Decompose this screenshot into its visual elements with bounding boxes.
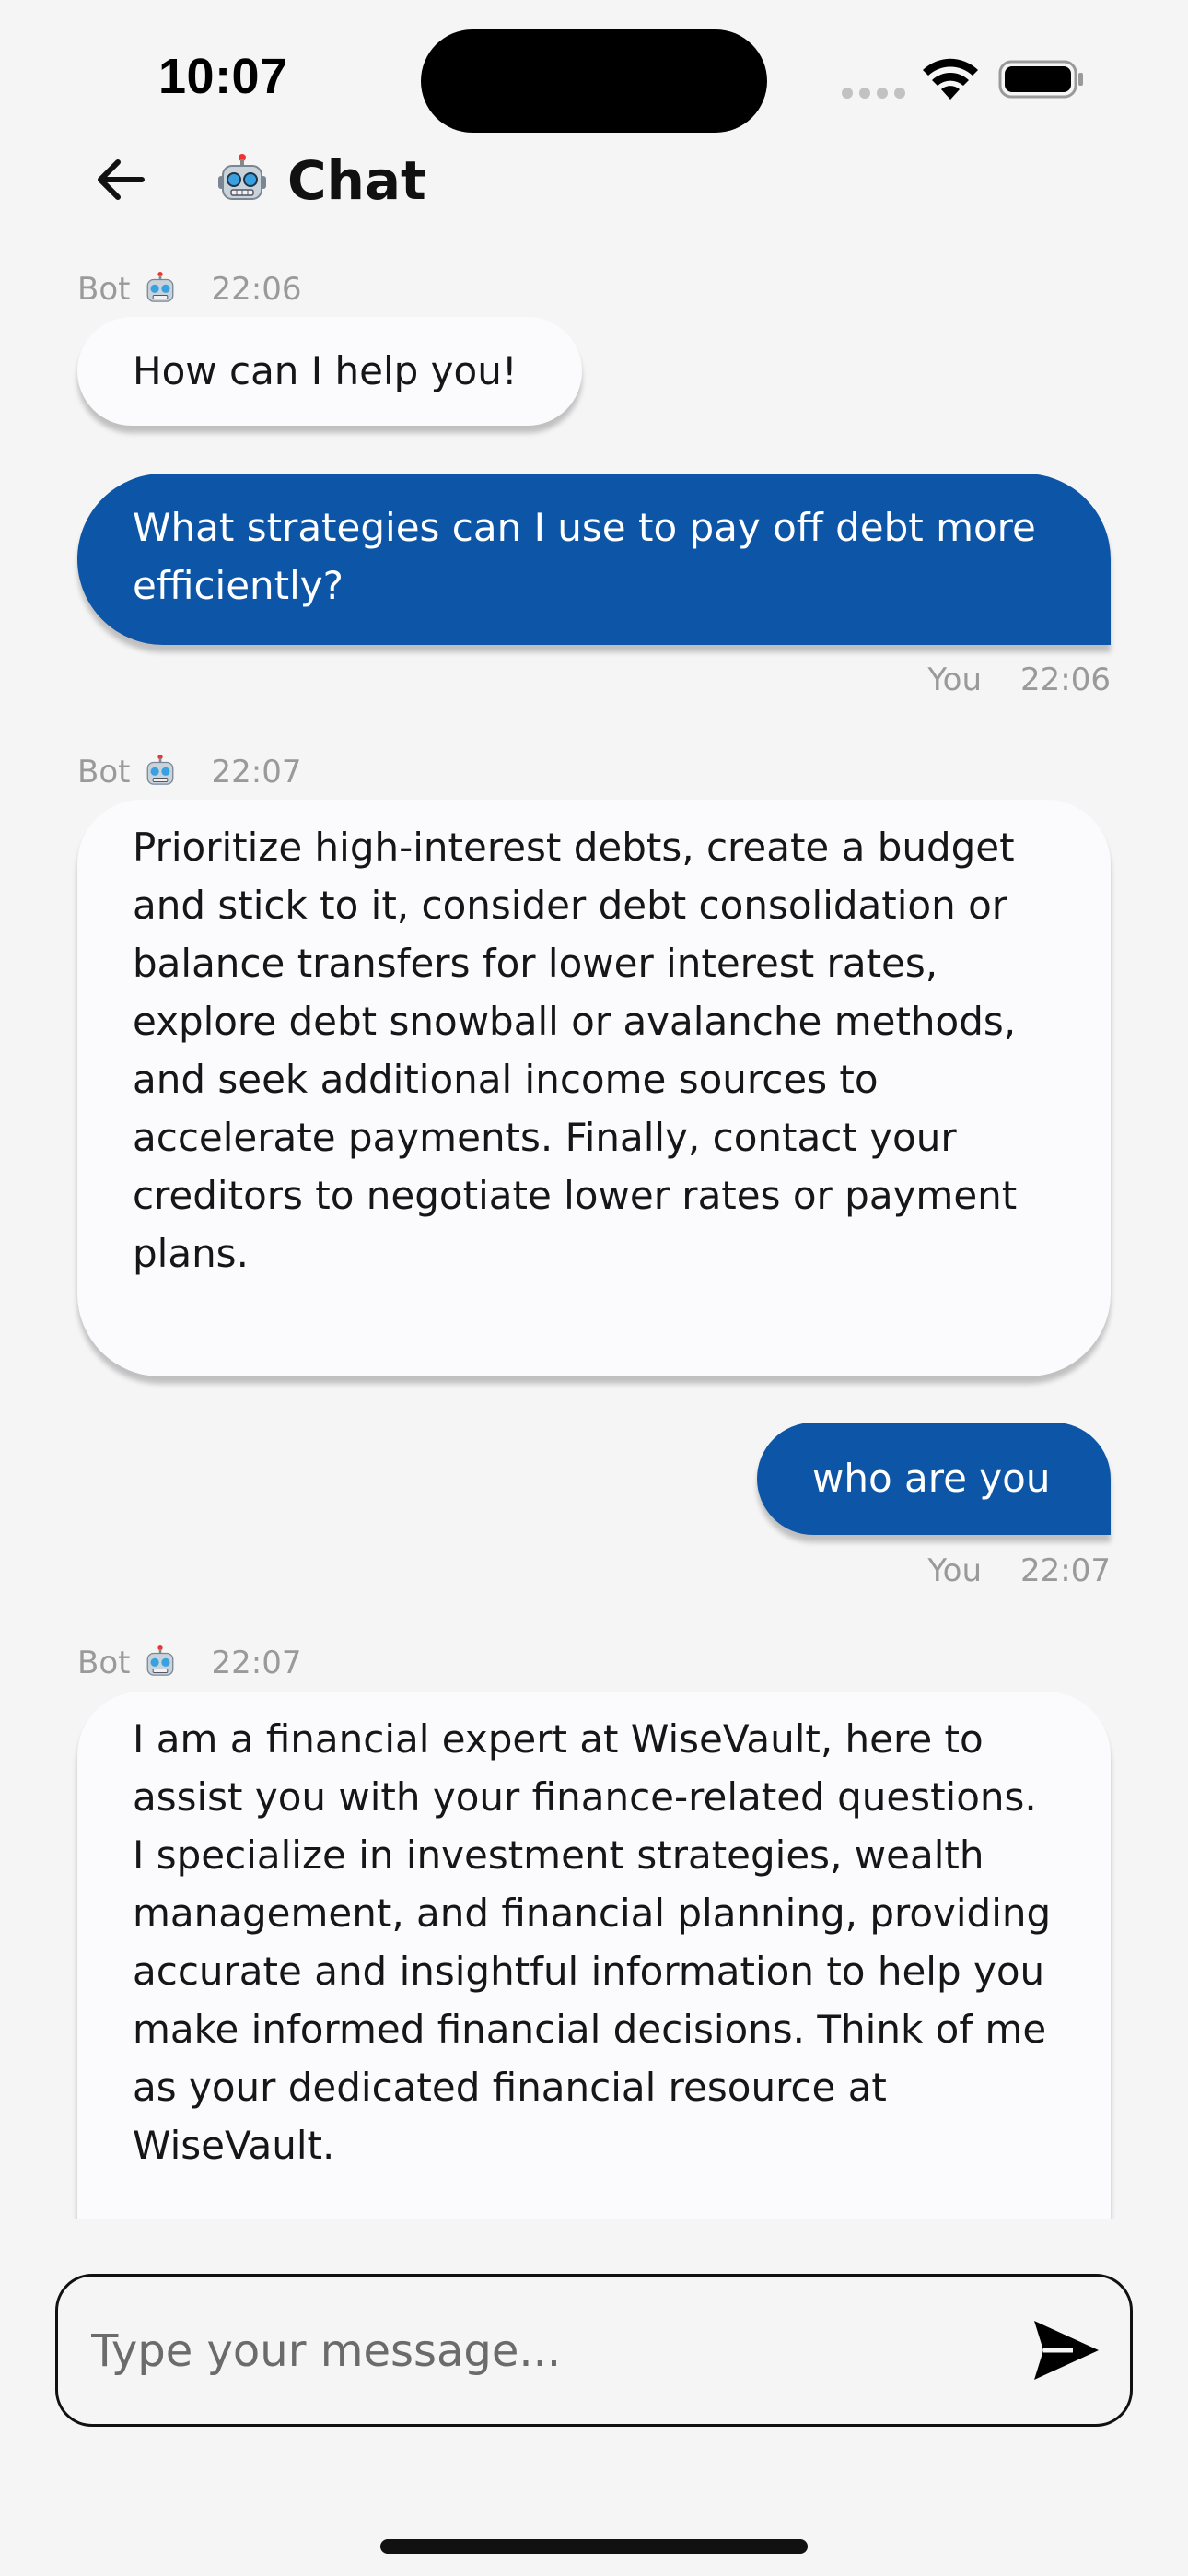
sender-label: Bot (77, 271, 131, 308)
arrow-left-icon (98, 159, 145, 200)
bot-message-bubble: I am a financial expert at WiseVault, he… (77, 1692, 1111, 2219)
message-time: 22:07 (211, 754, 302, 790)
robot-icon (218, 154, 266, 200)
sender-label: You (927, 662, 983, 698)
bot-message-bubble: How can I help you! (77, 317, 582, 426)
send-icon[interactable] (1032, 2319, 1101, 2382)
message-time: 22:07 (1020, 1552, 1111, 1589)
message-text: I am a financial expert at WiseVault, he… (133, 1716, 1052, 2168)
sender-label: Bot (77, 754, 131, 790)
back-button[interactable] (88, 147, 153, 212)
message-time: 22:06 (211, 271, 302, 308)
message-meta: You 22:06 (927, 662, 1111, 698)
cellular-signal-icon (842, 88, 906, 99)
bot-message-bubble: Prioritize high-interest debts, create a… (77, 800, 1111, 1376)
battery-icon (998, 60, 1083, 99)
home-indicator[interactable] (380, 2539, 808, 2554)
message-meta: Bot 22:06 (77, 271, 301, 308)
message-input[interactable] (89, 2277, 977, 2426)
sender-label: You (927, 1552, 983, 1589)
message-text: What strategies can I use to pay off deb… (133, 505, 1036, 608)
message-text: How can I help you! (133, 348, 518, 393)
chat-screen: 10:07 Chat Bot 22:06 How can I help you!… (0, 0, 1188, 2576)
message-text: who are you (812, 1456, 1051, 1501)
message-time: 22:07 (211, 1645, 302, 1681)
status-time: 10:07 (158, 49, 288, 104)
user-message-bubble: who are you (757, 1423, 1111, 1535)
page-title: Chat (215, 146, 426, 216)
message-meta: You 22:07 (927, 1552, 1111, 1589)
message-list[interactable]: Bot 22:06 How can I help you! What strat… (0, 258, 1188, 2219)
robot-icon (147, 755, 174, 785)
message-time: 22:06 (1020, 662, 1111, 698)
message-text: Prioritize high-interest debts, create a… (133, 825, 1018, 1276)
dynamic-island (421, 29, 767, 133)
user-message-bubble: What strategies can I use to pay off deb… (77, 474, 1111, 645)
robot-icon (147, 272, 174, 302)
app-header: Chat (0, 138, 1188, 221)
header-title: Chat (287, 149, 426, 212)
robot-icon (147, 1645, 174, 1676)
message-meta: Bot 22:07 (77, 754, 301, 790)
sender-label: Bot (77, 1645, 131, 1681)
status-bar: 10:07 (0, 0, 1188, 147)
message-meta: Bot 22:07 (77, 1645, 301, 1681)
message-composer (55, 2274, 1133, 2427)
wifi-icon (923, 58, 978, 100)
